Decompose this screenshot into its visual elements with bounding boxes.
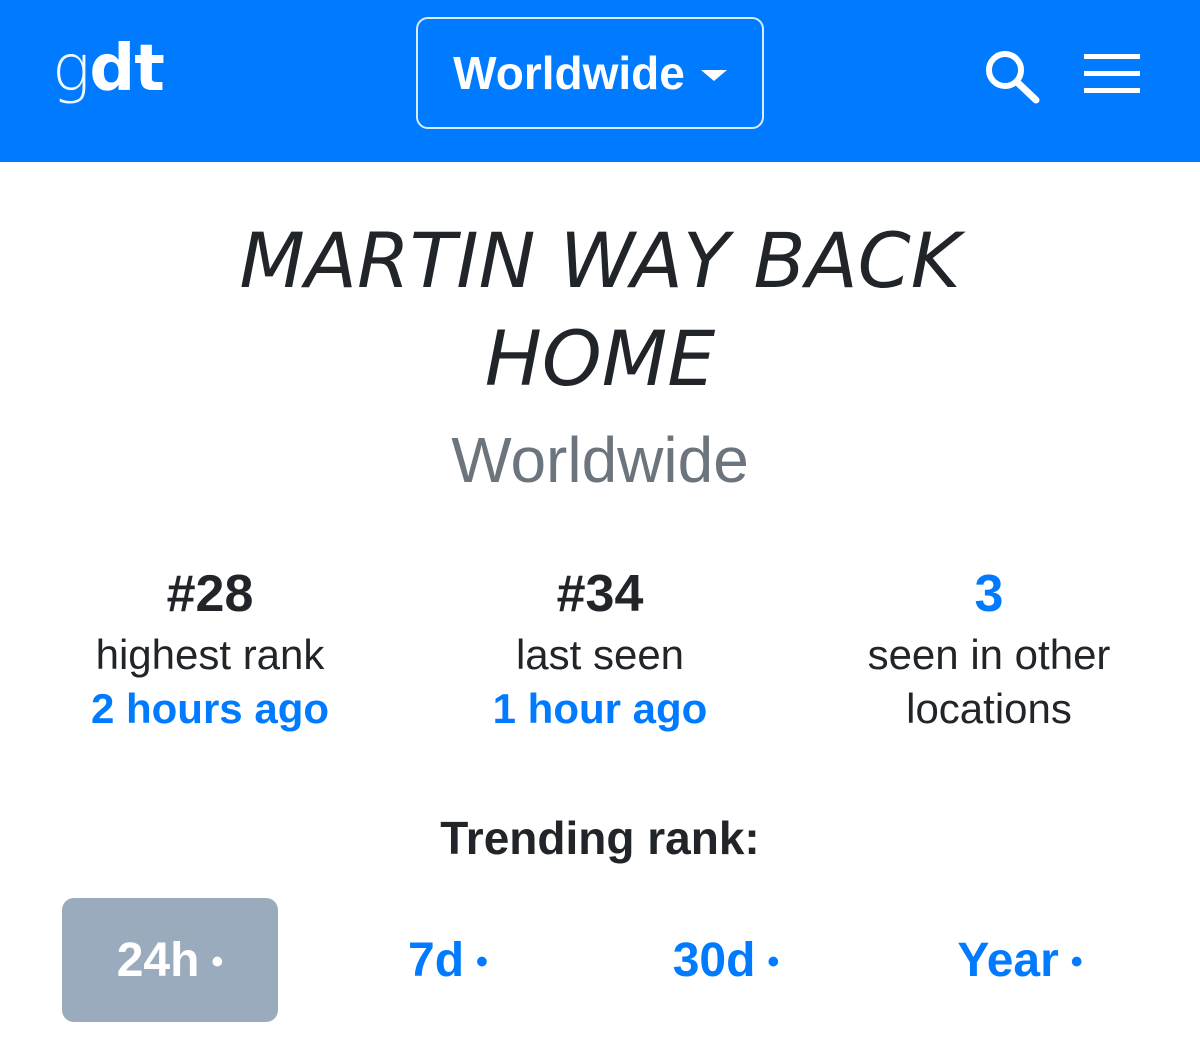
logo-light-text: g: [52, 32, 90, 106]
trend-title-line-2: HOME: [484, 314, 716, 403]
location-dropdown-button[interactable]: Worldwide: [416, 17, 764, 129]
highest-rank-label: highest rank: [95, 631, 325, 678]
tab-24h[interactable]: 24h •: [62, 898, 278, 1022]
tab-year[interactable]: Year •: [912, 898, 1128, 1022]
highest-rank-value: #28: [166, 565, 254, 623]
last-seen-time-link[interactable]: 1 hour ago: [400, 682, 800, 736]
other-locations-label-line-2: locations: [906, 685, 1072, 732]
caret-down-icon: [700, 69, 727, 81]
logo-bold-text: dt: [89, 32, 164, 106]
tab-year-dot-icon: •: [1070, 942, 1083, 981]
tab-year-label: Year: [957, 933, 1059, 987]
search-button[interactable]: [982, 48, 1042, 104]
other-locations-count-link[interactable]: 3: [789, 560, 1189, 628]
menu-button[interactable]: [1082, 50, 1144, 100]
tab-30d[interactable]: 30d •: [618, 898, 834, 1022]
last-seen-label: last seen: [515, 631, 685, 678]
highest-rank-time-link[interactable]: 2 hours ago: [10, 682, 410, 736]
tab-7d[interactable]: 7d •: [340, 898, 556, 1022]
trend-title-line-1: MARTIN WAY BACK: [239, 216, 961, 305]
trend-title: MARTIN WAY BACK HOME: [0, 212, 1200, 408]
tab-30d-label: 30d: [672, 933, 756, 987]
trending-rank-label: Trending rank:: [440, 812, 760, 864]
stat-highest-rank: #28 highest rank 2 hours ago: [10, 560, 410, 736]
tab-24h-dot-icon: •: [211, 942, 224, 981]
other-locations-label-line-1: seen in other: [867, 631, 1111, 678]
top-navbar: gdt Worldwide: [0, 0, 1200, 162]
tab-24h-label: 24h: [116, 933, 200, 987]
gdt-logo[interactable]: gdt: [52, 24, 165, 124]
stat-other-locations: 3 seen in other locations: [789, 560, 1189, 736]
tab-7d-label: 7d: [408, 933, 465, 987]
stat-last-seen: #34 last seen 1 hour ago: [400, 560, 800, 736]
tab-7d-dot-icon: •: [476, 942, 488, 981]
tab-30d-dot-icon: •: [767, 942, 780, 981]
location-dropdown-label: Worldwide: [453, 47, 685, 99]
trend-location: Worldwide: [451, 424, 749, 496]
search-icon: [986, 51, 1040, 104]
last-seen-value: #34: [556, 565, 644, 623]
hamburger-menu-icon: [1084, 54, 1140, 93]
